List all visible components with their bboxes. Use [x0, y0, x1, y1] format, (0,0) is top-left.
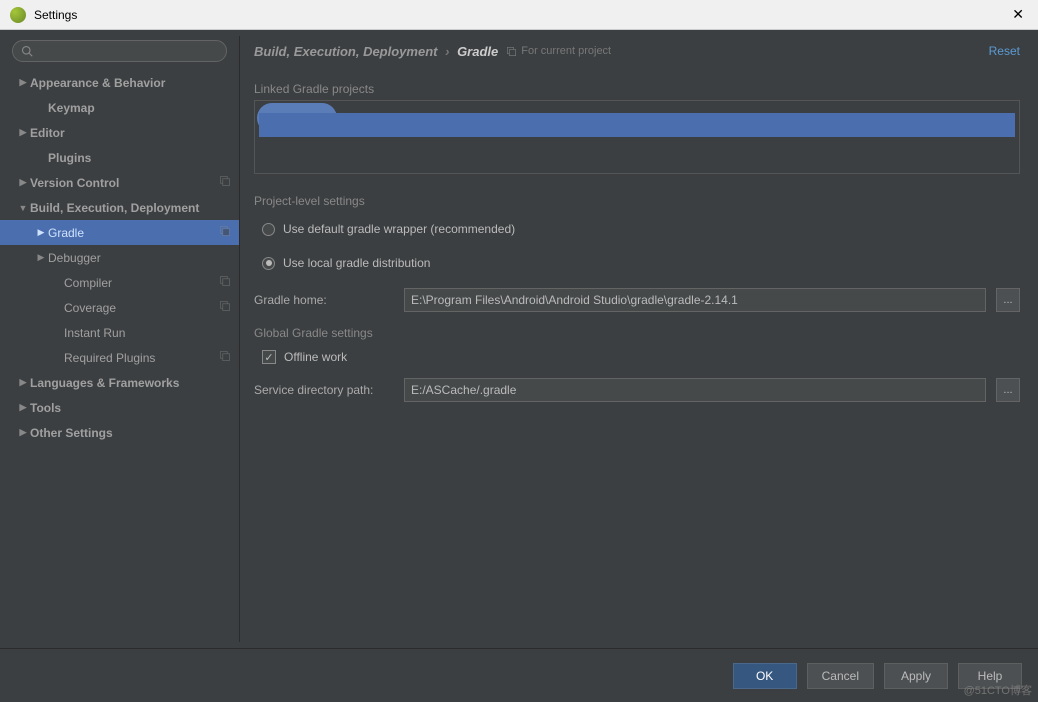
copy-icon: [219, 275, 231, 290]
sidebar-item-debugger[interactable]: ▶Debugger: [0, 245, 239, 270]
sidebar-item-editor[interactable]: ▶Editor: [0, 120, 239, 145]
radio-default-wrapper[interactable]: Use default gradle wrapper (recommended): [262, 218, 1020, 240]
sidebar-item-required-plugins[interactable]: Required Plugins: [0, 345, 239, 370]
sidebar-item-build-execution-deployment[interactable]: ▼Build, Execution, Deployment: [0, 195, 239, 220]
content-pane: Build, Execution, Deployment › Gradle Fo…: [240, 36, 1038, 642]
sidebar-item-label: Version Control: [30, 176, 219, 190]
button-bar: OK Cancel Apply Help: [0, 648, 1038, 702]
copy-icon: [219, 225, 231, 240]
sidebar-item-gradle[interactable]: ▶Gradle: [0, 220, 239, 245]
sidebar-item-label: Languages & Frameworks: [30, 376, 231, 390]
browse-button[interactable]: ...: [996, 288, 1020, 312]
sidebar-item-label: Coverage: [64, 301, 219, 315]
sidebar-item-compiler[interactable]: Compiler: [0, 270, 239, 295]
copy-icon: [219, 175, 231, 190]
sidebar-item-tools[interactable]: ▶Tools: [0, 395, 239, 420]
sidebar-item-languages-frameworks[interactable]: ▶Languages & Frameworks: [0, 370, 239, 395]
copy-icon: [219, 300, 231, 315]
watermark: @51CTO博客: [964, 682, 1032, 698]
radio-local-distribution[interactable]: Use local gradle distribution: [262, 252, 1020, 274]
chevron-icon: ▶: [36, 227, 46, 238]
close-icon[interactable]: ✕: [1008, 6, 1028, 23]
chevron-icon: ▶: [18, 402, 28, 413]
sidebar-item-label: Build, Execution, Deployment: [30, 201, 231, 215]
sidebar-item-label: Tools: [30, 401, 231, 415]
sidebar: ▶Appearance & BehaviorKeymap▶EditorPlugi…: [0, 36, 240, 642]
sidebar-item-version-control[interactable]: ▶Version Control: [0, 170, 239, 195]
apply-button[interactable]: Apply: [884, 663, 948, 689]
ok-button[interactable]: OK: [733, 663, 797, 689]
gradle-home-label: Gradle home:: [254, 293, 394, 307]
sidebar-item-label: Debugger: [48, 251, 231, 265]
chevron-icon: ▶: [18, 177, 28, 188]
sidebar-item-label: Keymap: [48, 101, 231, 115]
reset-link[interactable]: Reset: [989, 44, 1020, 58]
sidebar-item-label: Instant Run: [64, 326, 231, 340]
chevron-icon: ▶: [18, 77, 28, 88]
chevron-icon: ▶: [18, 377, 28, 388]
sidebar-item-label: Plugins: [48, 151, 231, 165]
checkbox-label: Offline work: [284, 350, 347, 364]
search-icon: [21, 45, 33, 57]
linked-projects-list[interactable]: [254, 100, 1020, 174]
project-settings-label: Project-level settings: [254, 194, 1020, 208]
browse-button[interactable]: ...: [996, 378, 1020, 402]
sidebar-item-label: Appearance & Behavior: [30, 76, 231, 90]
chevron-icon: ▶: [36, 252, 46, 263]
app-icon: [10, 7, 26, 23]
sidebar-item-label: Other Settings: [30, 426, 231, 440]
chevron-icon: ▶: [18, 127, 28, 138]
offline-work-checkbox[interactable]: Offline work: [262, 350, 1020, 364]
sidebar-item-label: Compiler: [64, 276, 219, 290]
sidebar-item-appearance-behavior[interactable]: ▶Appearance & Behavior: [0, 70, 239, 95]
copy-icon: [506, 46, 517, 57]
sidebar-item-keymap[interactable]: Keymap: [0, 95, 239, 120]
global-settings-label: Global Gradle settings: [254, 326, 1020, 340]
radio-label: Use default gradle wrapper (recommended): [283, 222, 515, 236]
copy-icon: [219, 350, 231, 365]
chevron-icon: ▶: [18, 427, 28, 438]
sidebar-item-other-settings[interactable]: ▶Other Settings: [0, 420, 239, 445]
service-dir-input[interactable]: [404, 378, 986, 402]
service-dir-label: Service directory path:: [254, 383, 394, 397]
gradle-home-input[interactable]: [404, 288, 986, 312]
radio-label: Use local gradle distribution: [283, 256, 430, 270]
search-input[interactable]: [12, 40, 227, 62]
breadcrumb: Build, Execution, Deployment › Gradle: [254, 44, 498, 59]
sidebar-item-instant-run[interactable]: Instant Run: [0, 320, 239, 345]
scope-label: For current project: [506, 45, 611, 57]
title-bar: Settings ✕: [0, 0, 1038, 30]
sidebar-item-label: Editor: [30, 126, 231, 140]
linked-projects-label: Linked Gradle projects: [254, 82, 1020, 96]
sidebar-item-plugins[interactable]: Plugins: [0, 145, 239, 170]
linked-project-row[interactable]: [259, 113, 1015, 137]
cancel-button[interactable]: Cancel: [807, 663, 874, 689]
sidebar-item-label: Gradle: [48, 226, 219, 240]
radio-icon: [262, 223, 275, 236]
chevron-icon: ▼: [18, 203, 28, 213]
checkbox-icon: [262, 350, 276, 364]
settings-tree: ▶Appearance & BehaviorKeymap▶EditorPlugi…: [0, 70, 239, 642]
radio-icon: [262, 257, 275, 270]
window-title: Settings: [34, 8, 1008, 22]
sidebar-item-label: Required Plugins: [64, 351, 219, 365]
sidebar-item-coverage[interactable]: Coverage: [0, 295, 239, 320]
